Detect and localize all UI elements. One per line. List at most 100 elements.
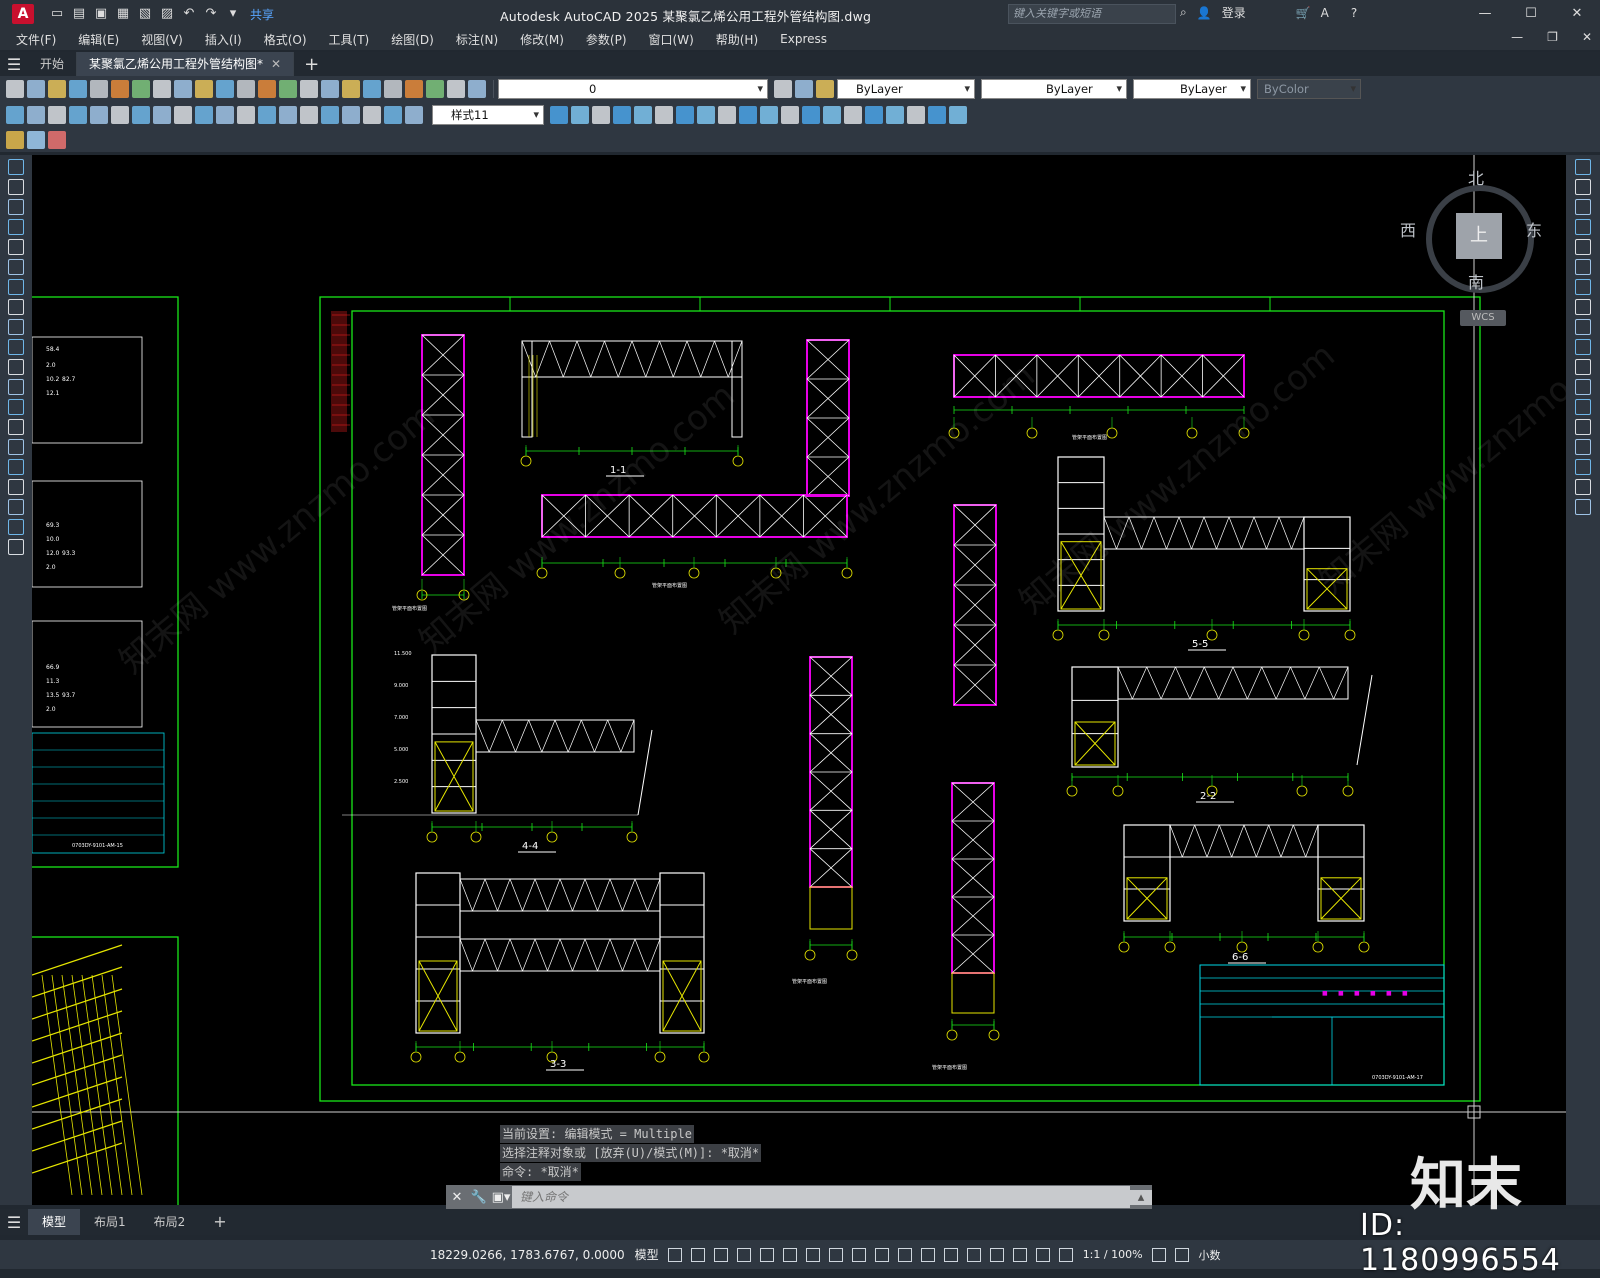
ortho-icon[interactable] xyxy=(759,1247,774,1262)
maximize-button[interactable]: ☐ xyxy=(1508,0,1554,28)
view-icon-9[interactable] xyxy=(718,106,736,124)
tab-start[interactable]: 开始 xyxy=(28,52,78,76)
view-icon-18[interactable] xyxy=(907,106,925,124)
point-icon[interactable] xyxy=(8,419,24,435)
angular-dim-icon[interactable] xyxy=(153,106,171,124)
undo-icon[interactable] xyxy=(216,80,234,98)
hatch-icon[interactable] xyxy=(8,439,24,455)
view-icon-13[interactable] xyxy=(802,106,820,124)
view-icon-14[interactable] xyxy=(823,106,841,124)
menu-item[interactable]: 窗口(W) xyxy=(649,31,694,48)
cut-icon[interactable] xyxy=(132,80,150,98)
stretch-icon[interactable] xyxy=(1575,319,1591,335)
drawing-canvas[interactable]: 管架平面布置图 1-1 管架平面布置图 4-4 11.500 9.000 7.000 5.00… xyxy=(32,155,1566,1205)
revcloud-icon[interactable] xyxy=(8,299,24,315)
customize-icon[interactable]: ▾ xyxy=(224,5,242,23)
doc-close-button[interactable]: ✕ xyxy=(1582,30,1592,44)
tab-layout2[interactable]: 布局2 xyxy=(140,1209,200,1235)
coordinates-readout[interactable]: 18229.0266, 1783.6767, 0.0000 xyxy=(430,1248,625,1262)
customize-command-icon[interactable]: 🔧 xyxy=(468,1190,490,1205)
make-block-icon[interactable] xyxy=(8,399,24,415)
aligned-dim-icon[interactable] xyxy=(27,106,45,124)
close-button[interactable]: ✕ xyxy=(1554,0,1600,28)
jog-dim-icon[interactable] xyxy=(111,106,129,124)
continue-dim-icon[interactable] xyxy=(216,106,234,124)
layer-prev-icon[interactable] xyxy=(816,80,834,98)
autodesk-app-icon[interactable]: A xyxy=(1321,6,1329,20)
selection-cycling-icon[interactable] xyxy=(920,1247,935,1262)
save-icon[interactable]: ▣ xyxy=(92,5,110,23)
menu-item[interactable]: 编辑(E) xyxy=(78,31,119,48)
publish-icon[interactable] xyxy=(111,80,129,98)
plot-icon[interactable]: ▨ xyxy=(158,5,176,23)
menu-item[interactable]: 帮助(H) xyxy=(716,31,758,48)
model-space-button[interactable]: 模型 xyxy=(635,1246,659,1263)
view-icon-2[interactable] xyxy=(571,106,589,124)
linear-dim-icon[interactable] xyxy=(6,106,24,124)
break-icon[interactable] xyxy=(1575,399,1591,415)
scale-icon[interactable] xyxy=(1575,299,1591,315)
blend-icon[interactable] xyxy=(1575,479,1591,495)
view-icon-8[interactable] xyxy=(697,106,715,124)
viewcube-east[interactable]: 东 xyxy=(1526,217,1542,241)
lineweight-dropdown[interactable]: ByLayer xyxy=(1133,79,1251,99)
redo-icon[interactable]: ↷ xyxy=(202,5,220,23)
pan-icon[interactable] xyxy=(258,80,276,98)
center-mark-icon[interactable] xyxy=(300,106,318,124)
units-display[interactable]: 小数 xyxy=(1199,1247,1221,1263)
zoom-icon[interactable] xyxy=(279,80,297,98)
zoom-window-icon[interactable] xyxy=(300,80,318,98)
array-icon[interactable] xyxy=(1575,239,1591,255)
viewcube-south[interactable]: 南 xyxy=(1468,269,1484,293)
login-button[interactable]: 登录 xyxy=(1222,4,1246,21)
dyn-ucs-icon[interactable] xyxy=(966,1247,981,1262)
view-icon-12[interactable] xyxy=(781,106,799,124)
jogged-linear-icon[interactable] xyxy=(342,106,360,124)
table-icon[interactable] xyxy=(8,499,24,515)
join-icon[interactable] xyxy=(1575,419,1591,435)
menu-item[interactable]: 视图(V) xyxy=(141,31,183,48)
tool-palette-icon[interactable] xyxy=(384,80,402,98)
menu-item[interactable]: 修改(M) xyxy=(520,31,564,48)
polyline-icon[interactable] xyxy=(8,199,24,215)
menu-item[interactable]: 工具(T) xyxy=(329,31,370,48)
annotation-scale[interactable]: 1:1 / 100% xyxy=(1083,1248,1143,1261)
new-file-icon[interactable]: ▭ xyxy=(48,5,66,23)
annotation-monitor-icon[interactable] xyxy=(1174,1247,1189,1262)
menu-item[interactable]: 参数(P) xyxy=(586,31,627,48)
line-icon[interactable] xyxy=(8,159,24,175)
gizmo-icon[interactable] xyxy=(1012,1247,1027,1262)
view-icon-7[interactable] xyxy=(676,106,694,124)
menu-item[interactable]: 绘图(D) xyxy=(391,31,434,48)
minimize-button[interactable]: — xyxy=(1462,0,1508,28)
markup-icon[interactable] xyxy=(426,80,444,98)
dynamic-input-icon[interactable] xyxy=(736,1247,751,1262)
match-icon[interactable] xyxy=(195,80,213,98)
radius-dim-icon[interactable] xyxy=(90,106,108,124)
trim-icon[interactable] xyxy=(1575,339,1591,355)
isodraft-icon[interactable] xyxy=(805,1247,820,1262)
wcs-menu[interactable]: WCS xyxy=(1460,310,1506,326)
insert-block-icon[interactable] xyxy=(8,379,24,395)
viewcube-west[interactable]: 西 xyxy=(1400,217,1416,241)
cart-icon[interactable]: 🛒 xyxy=(1296,6,1311,20)
zoom-prev-icon[interactable] xyxy=(321,80,339,98)
view-icon-15[interactable] xyxy=(844,106,862,124)
view-icon-17[interactable] xyxy=(886,106,904,124)
copy-icon[interactable] xyxy=(153,80,171,98)
circle-icon[interactable] xyxy=(8,279,24,295)
dimstyle-dropdown[interactable]: 样式11 xyxy=(432,105,544,125)
filter-icon[interactable] xyxy=(989,1247,1004,1262)
polar-icon[interactable] xyxy=(782,1247,797,1262)
space-dim-icon[interactable] xyxy=(237,106,255,124)
view-icon-20[interactable] xyxy=(949,106,967,124)
view-icon-1[interactable] xyxy=(550,106,568,124)
spline-icon[interactable] xyxy=(8,319,24,335)
extend-icon[interactable] xyxy=(1575,359,1591,375)
erase-icon[interactable] xyxy=(1575,159,1591,175)
mtext-icon[interactable] xyxy=(8,519,24,535)
ordinate-dim-icon[interactable] xyxy=(69,106,87,124)
menu-item[interactable]: Express xyxy=(780,32,827,46)
layout-menu-icon[interactable]: ☰ xyxy=(0,1213,28,1232)
open-icon[interactable] xyxy=(27,80,45,98)
